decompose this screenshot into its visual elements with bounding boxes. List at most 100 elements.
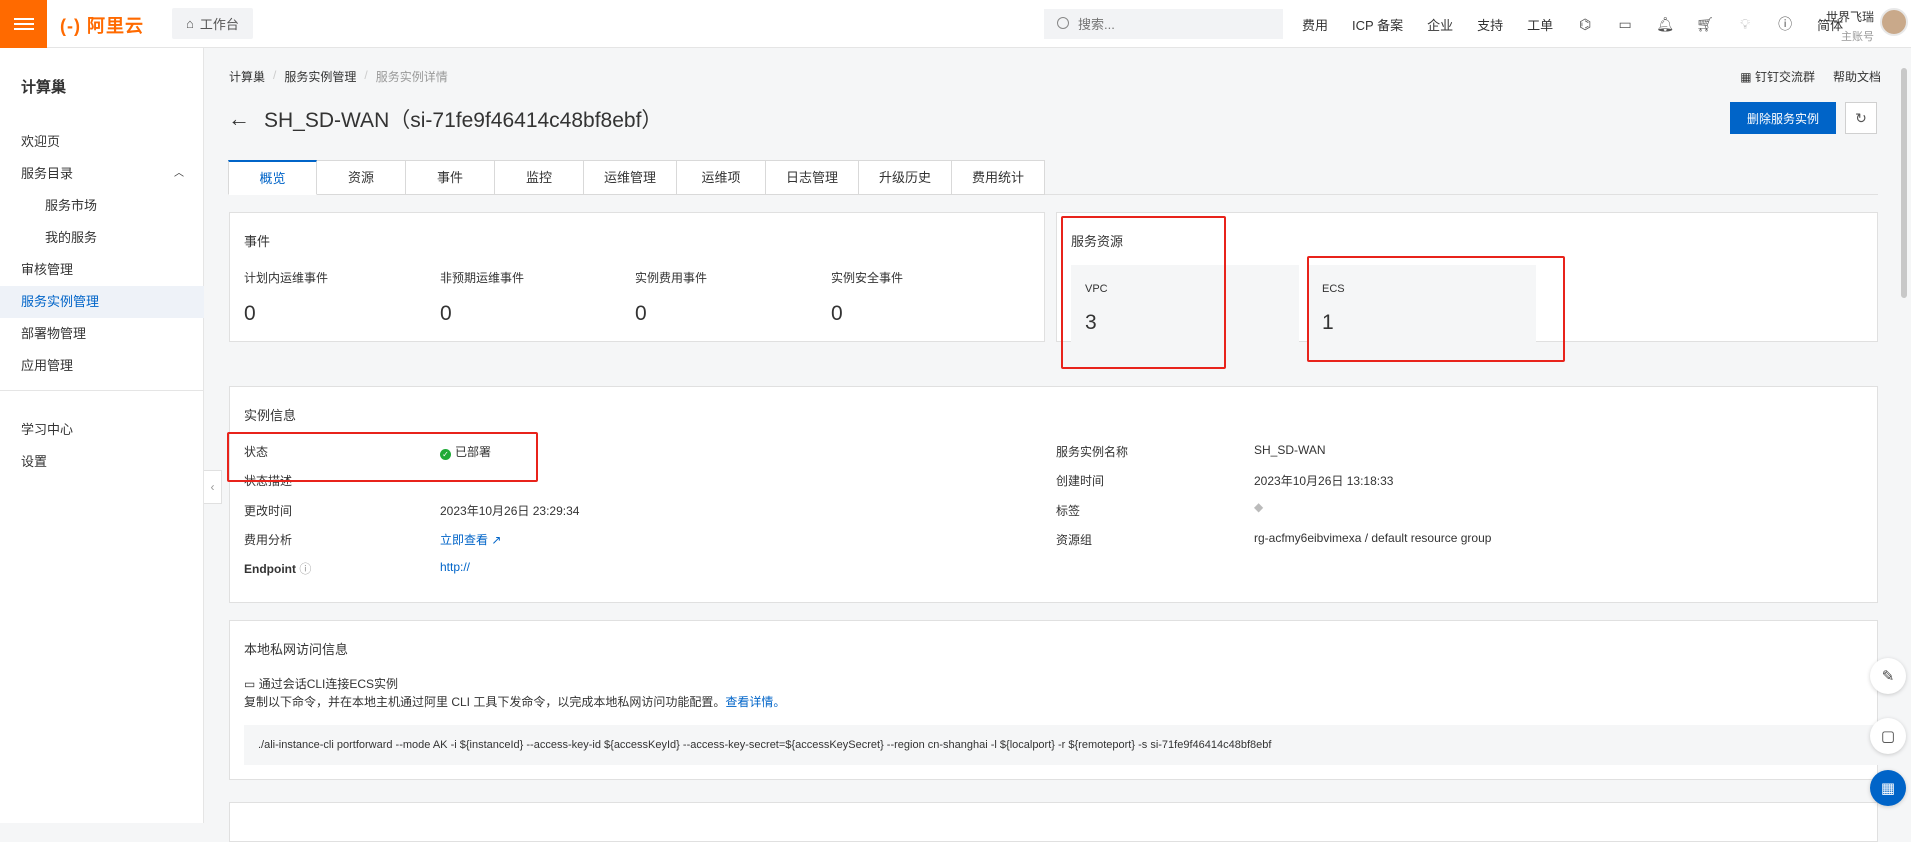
user-name: 世界飞瑞 (1825, 10, 1874, 24)
terminal-icon[interactable]: ▭ (1617, 16, 1633, 32)
sidebar-item-learning[interactable]: 学习中心 (0, 414, 204, 446)
sidebar-item-apps[interactable]: 应用管理 (0, 350, 204, 382)
top-navbar: (-) 阿里云 ⌂ 工作台 费用 ICP 备案 企业 支持 工单 ⌬ ▭ 🔔︎ … (0, 0, 1911, 48)
lightbulb-icon[interactable]: 💡︎ (1737, 16, 1753, 32)
link-enterprise[interactable]: 企业 (1427, 15, 1453, 34)
breadcrumb-item[interactable]: 计算巢 (229, 68, 265, 85)
link-billing[interactable]: 费用 (1302, 15, 1328, 34)
code-icon[interactable]: ⌬ (1577, 16, 1593, 32)
grid-icon: ▦ (1880, 780, 1896, 797)
tab-resources[interactable]: 资源 (317, 160, 406, 195)
tag-icon[interactable]: ◆ (1254, 500, 1263, 514)
sidebar-item-label: 服务目录 (21, 166, 74, 181)
tab-upgrade-history[interactable]: 升级历史 (859, 160, 953, 195)
tab-bar: 概览 资源 事件 监控 运维管理 运维项 日志管理 升级历史 费用统计 (228, 160, 1878, 195)
sidebar-item-review[interactable]: 审核管理 (0, 254, 204, 286)
user-info[interactable]: 世界飞瑞 主账号 (1822, 8, 1874, 44)
event-unexpected: 非预期运维事件 0 (440, 271, 525, 325)
link-icp[interactable]: ICP 备案 (1352, 15, 1403, 34)
sidebar-item-welcome[interactable]: 欢迎页 (0, 126, 204, 158)
search-icon (1057, 17, 1069, 29)
edit-icon: ✎ (1881, 668, 1895, 685)
delete-instance-button[interactable]: 删除服务实例 (1730, 102, 1836, 134)
instance-name-label: 服务实例名称 (1056, 445, 1129, 459)
workbench-label: 工作台 (199, 17, 239, 32)
sidebar-item-service-catalog[interactable]: 服务目录 ︿ (0, 158, 204, 190)
link-support[interactable]: 支持 (1477, 15, 1503, 34)
events-card: 事件 计划内运维事件 0 非预期运维事件 0 实例费用事件 0 实例安全事件 0 (229, 212, 1045, 342)
chat-icon: ▢ (1880, 728, 1896, 745)
page-scrollbar[interactable] (1900, 50, 1908, 820)
breadcrumb: 计算巢 / 服务实例管理 / 服务实例详情 (229, 68, 448, 85)
event-planned: 计划内运维事件 0 (244, 271, 329, 325)
avatar[interactable] (1880, 8, 1908, 36)
sidebar-title: 计算巢 (21, 79, 67, 96)
top-right-links: ▦ 钉钉交流群 帮助文档 (1740, 68, 1881, 85)
back-arrow-icon[interactable]: ← (228, 106, 250, 132)
tab-overview[interactable]: 概览 (228, 160, 317, 195)
tab-logs[interactable]: 日志管理 (766, 160, 860, 195)
breadcrumb-item[interactable]: 服务实例管理 (284, 68, 356, 85)
workbench-button[interactable]: ⌂ 工作台 (172, 8, 253, 39)
search-input[interactable] (1044, 9, 1283, 39)
sidebar-item-service-market[interactable]: 服务市场 (0, 190, 204, 222)
private-access-title: 本地私网访问信息 (244, 642, 349, 657)
highlight-box-status (227, 432, 538, 482)
tab-ops-management[interactable]: 运维管理 (584, 160, 678, 195)
resource-group-value: rg-acfmy6eibvimexa / default resource gr… (1254, 531, 1492, 545)
dingtalk-group-link[interactable]: ▦ 钉钉交流群 (1740, 68, 1815, 85)
cost-analysis-label: 费用分析 (244, 533, 293, 547)
event-security: 实例安全事件 0 (831, 271, 904, 325)
user-role: 主账号 (1841, 31, 1874, 43)
question-circle-icon: ⓘ (299, 562, 312, 576)
sidebar-item-my-services[interactable]: 我的服务 (0, 222, 204, 254)
help-icon[interactable]: ⓘ (1777, 16, 1793, 32)
next-card (229, 802, 1878, 842)
cart-icon[interactable]: 🛒︎ (1696, 16, 1714, 32)
refresh-button[interactable]: ↻ (1845, 102, 1877, 134)
home-icon: ⌂ (186, 16, 194, 31)
events-title: 事件 (244, 234, 271, 249)
create-time-label: 创建时间 (1056, 474, 1105, 488)
resource-group-label: 资源组 (1056, 533, 1093, 547)
page-header: ← SH_SD-WAN（si-71fe9f46414c48bf8ebf） (228, 104, 662, 134)
tab-monitoring[interactable]: 监控 (495, 160, 584, 195)
update-time-value: 2023年10月26日 23:29:34 (440, 504, 580, 518)
qrcode-icon: ▦ (1740, 70, 1755, 84)
bell-icon[interactable]: 🔔︎ (1656, 16, 1674, 32)
top-links: 费用 ICP 备案 企业 支持 工单 ⌬ ▭ 🔔︎ 🛒︎ 💡︎ ⓘ 简体 (1302, 0, 1843, 48)
endpoint-label: Endpoint ⓘ (244, 562, 312, 576)
sidebar: 计算巢 欢迎页 服务目录 ︿ 服务市场 我的服务 审核管理 服务实例管理 部署物… (0, 48, 204, 823)
link-ticket[interactable]: 工单 (1527, 15, 1553, 34)
update-time-label: 更改时间 (244, 504, 293, 518)
external-link-icon: ↗ (491, 533, 502, 547)
highlight-box-ecs (1307, 256, 1565, 362)
sidebar-item-artifacts[interactable]: 部署物管理 (0, 318, 204, 350)
highlight-box-vpc (1061, 216, 1226, 369)
terminal-icon: ▭ (244, 677, 256, 691)
help-docs-link[interactable]: 帮助文档 (1833, 68, 1881, 85)
hamburger-menu-button[interactable] (0, 0, 47, 48)
cli-connect-heading: ▭ 通过会话CLI连接ECS实例 (244, 677, 399, 691)
tags-label: 标签 (1056, 504, 1081, 518)
refresh-icon: ↻ (1855, 109, 1867, 126)
instance-info-card: 实例信息 状态 ✓ 已部署 状态描述 更改时间 2023年10月26日 23:29… (229, 386, 1878, 603)
view-now-link[interactable]: 立即查看 ↗ (440, 531, 501, 548)
aliyun-logo[interactable]: (-) 阿里云 (60, 12, 144, 38)
tab-ops-items[interactable]: 运维项 (677, 160, 767, 195)
event-billing: 实例费用事件 0 (635, 271, 708, 325)
tab-events[interactable]: 事件 (406, 160, 495, 195)
chevron-up-icon: ︿ (174, 168, 184, 179)
endpoint-link[interactable]: http:// (440, 560, 470, 574)
private-access-card: 本地私网访问信息 ▭ 通过会话CLI连接ECS实例 复制以下命令，并在本地主机通… (229, 620, 1890, 780)
sidebar-item-instance-management[interactable]: 服务实例管理 (0, 286, 204, 318)
cli-command-box[interactable]: ./ali-instance-cli portforward --mode AK… (244, 725, 1890, 765)
page-title: SH_SD-WAN（si-71fe9f46414c48bf8ebf） (264, 109, 663, 132)
create-time-value: 2023年10月26日 13:18:33 (1254, 474, 1394, 488)
view-details-link[interactable]: 查看详情。 (725, 695, 785, 709)
sidebar-item-settings[interactable]: 设置 (0, 446, 204, 478)
sidebar-divider (0, 390, 204, 391)
tab-cost-stats[interactable]: 费用统计 (952, 160, 1046, 195)
instance-name-value: SH_SD-WAN (1254, 443, 1326, 457)
instance-info-title: 实例信息 (244, 408, 297, 423)
